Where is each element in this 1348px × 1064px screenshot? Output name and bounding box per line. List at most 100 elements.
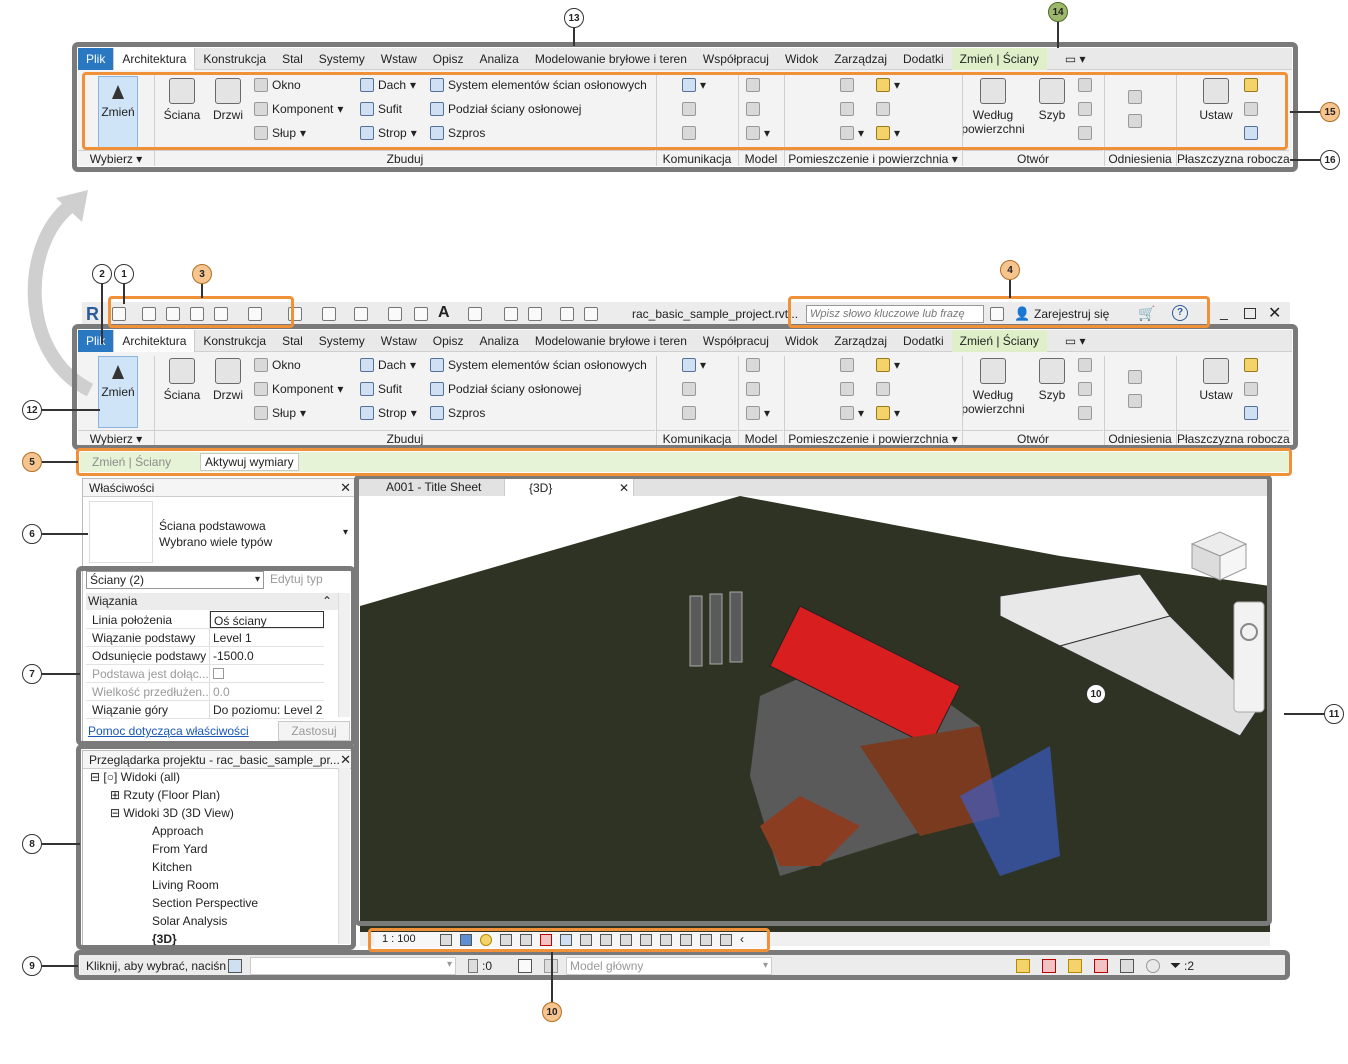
tab-4-top[interactable]: Systemy	[311, 48, 373, 70]
railing-button-main[interactable]: ▾	[682, 358, 706, 372]
drag-elements-icon[interactable]	[1120, 959, 1134, 973]
mullion-button-main[interactable]: Szpros	[430, 406, 485, 420]
browser-view-item[interactable]: {3D}	[152, 932, 177, 946]
3d-view-icon[interactable]	[468, 307, 482, 321]
close-icon[interactable]: ✕	[619, 479, 629, 497]
room-button-main[interactable]	[840, 358, 854, 372]
window-button[interactable]: Okno	[254, 78, 301, 92]
curtain-system-button[interactable]: System elementów ścian osłonowych	[430, 78, 647, 92]
vertical-opening-button-main[interactable]	[1078, 382, 1092, 396]
wall-button[interactable]: Ściana	[162, 78, 202, 122]
tab-8-main[interactable]: Modelowanie bryłowe i teren	[527, 330, 695, 352]
floor-button-main[interactable]: Strop ▾	[360, 406, 417, 420]
tab-0-top[interactable]: Plik	[78, 47, 114, 70]
chevron-down-icon[interactable]: ▾	[343, 527, 348, 538]
aligned-dimension-icon[interactable]	[388, 307, 402, 321]
room-button[interactable]	[840, 78, 854, 92]
select-by-face-icon[interactable]	[1094, 959, 1108, 973]
model-group-button-main[interactable]: ▾	[746, 406, 770, 420]
user-icon[interactable]: 👤	[1014, 306, 1030, 322]
modify-button[interactable]: Zmień	[98, 76, 138, 148]
tab-2-top[interactable]: Konstrukcja	[195, 48, 274, 70]
viewer-button[interactable]	[1244, 126, 1258, 140]
sync-icon[interactable]	[214, 307, 228, 321]
highlight-displacement-icon[interactable]	[700, 934, 712, 946]
browser-view-item[interactable]: Kitchen	[152, 860, 192, 874]
tab-1-main[interactable]: Architektura	[113, 329, 196, 352]
show-workplane-button[interactable]	[1244, 78, 1258, 92]
navigation-bar[interactable]	[1233, 601, 1265, 713]
cart-icon[interactable]: 🛒	[1138, 305, 1155, 322]
worksharing-icon[interactable]	[660, 934, 672, 946]
render-icon[interactable]	[520, 934, 532, 946]
temp-view-properties-icon[interactable]	[640, 934, 652, 946]
tag-icon[interactable]	[414, 307, 428, 321]
edit-type-button[interactable]: Edytuj typ	[270, 572, 323, 586]
dormer-button[interactable]	[1078, 126, 1092, 140]
tab-11-top[interactable]: Zarządzaj	[826, 48, 895, 70]
property-value[interactable]: Do poziomu: Level 2	[210, 701, 324, 718]
properties-group-header[interactable]: Wiązania ⌃	[86, 593, 338, 610]
select-links-icon[interactable]	[1016, 959, 1030, 973]
tab-1-top[interactable]: Architektura	[113, 47, 196, 70]
sun-path-icon[interactable]	[480, 934, 492, 946]
roof-button[interactable]: Dach ▾	[360, 78, 416, 92]
tab-3-main[interactable]: Stal	[274, 330, 311, 352]
help-icon[interactable]: ?	[1172, 305, 1188, 321]
section-icon[interactable]	[504, 307, 518, 321]
browser-view-item[interactable]: From Yard	[152, 842, 208, 856]
instance-selector[interactable]: Ściany (2) ▾	[86, 571, 264, 589]
properties-scrollbar[interactable]	[338, 593, 350, 717]
window-button-main[interactable]: Okno	[254, 358, 301, 372]
browser-view-item[interactable]: Approach	[152, 824, 203, 838]
area-boundary-button[interactable]	[876, 102, 890, 116]
room-tag-button[interactable]: ▾	[840, 126, 864, 140]
browser-view-item[interactable]: Section Perspective	[152, 896, 258, 910]
checkbox[interactable]	[213, 668, 224, 679]
door-button[interactable]: Drzwi	[210, 78, 246, 122]
set-workplane-button[interactable]: Ustaw	[1196, 78, 1236, 122]
room-separator-button[interactable]: ▾	[876, 78, 900, 92]
tab-3-top[interactable]: Stal	[274, 48, 311, 70]
crop-view-icon[interactable]	[540, 934, 552, 946]
wall-opening-button-main[interactable]	[1078, 358, 1092, 372]
close-icon[interactable]: ✕	[340, 751, 351, 769]
wall-button-main[interactable]: Ściana	[162, 358, 202, 402]
property-value[interactable]: Level 1	[210, 629, 324, 646]
by-face-button[interactable]: Według powierzchni	[958, 78, 1028, 136]
property-row[interactable]: Odsunięcie podstawy -1500.0	[86, 647, 324, 665]
switch-windows-icon[interactable]	[584, 307, 598, 321]
design-options-icon[interactable]	[518, 959, 532, 973]
browser-view-item[interactable]: Solar Analysis	[152, 914, 227, 928]
show-workplane-button-main[interactable]	[1244, 358, 1258, 372]
property-value[interactable]: -1500.0	[210, 647, 324, 664]
shadows-icon[interactable]	[500, 934, 512, 946]
wall-opening-button[interactable]	[1078, 78, 1092, 92]
property-row[interactable]: Wiązanie góry Do poziomu: Level 2	[86, 701, 324, 719]
detail-level-icon[interactable]	[440, 934, 452, 946]
tab-10-main[interactable]: Widok	[777, 330, 826, 352]
visual-style-icon[interactable]	[460, 934, 472, 946]
sign-in-link[interactable]: Zarejestruj się	[1034, 307, 1109, 321]
browser-scrollbar[interactable]	[338, 768, 350, 944]
editable-only-icon[interactable]	[468, 959, 478, 973]
ramp-button-main[interactable]	[682, 382, 696, 396]
tab-13-top[interactable]: Zmień | Ściany	[951, 47, 1047, 70]
activate-dimensions-button[interactable]: Aktywuj wymiary	[200, 453, 299, 471]
background-process-icon[interactable]	[1146, 959, 1160, 973]
property-row[interactable]: Wiązanie podstawy Level 1	[86, 629, 324, 647]
ref-plane-button-main[interactable]	[1244, 382, 1258, 396]
undo-icon[interactable]	[248, 307, 262, 321]
app-menu-icon[interactable]	[112, 307, 126, 321]
tree-3d-views[interactable]: ⊟ Widoki 3D (3D View)	[110, 806, 234, 820]
property-value[interactable]: 0.0	[210, 683, 324, 700]
area-tag-button-main[interactable]: ▾	[876, 406, 900, 420]
property-row[interactable]: Podstawa jest dołąc...	[86, 665, 324, 683]
shaft-button-main[interactable]: Szyb	[1034, 358, 1070, 402]
tab-8-top[interactable]: Modelowanie bryłowe i teren	[527, 48, 695, 70]
tab-4-main[interactable]: Systemy	[311, 330, 373, 352]
save-icon[interactable]	[190, 307, 204, 321]
tab-3d-view[interactable]: {3D} ✕	[504, 478, 634, 496]
chevron-left-icon[interactable]: ‹	[740, 932, 744, 946]
dormer-button-main[interactable]	[1078, 406, 1092, 420]
